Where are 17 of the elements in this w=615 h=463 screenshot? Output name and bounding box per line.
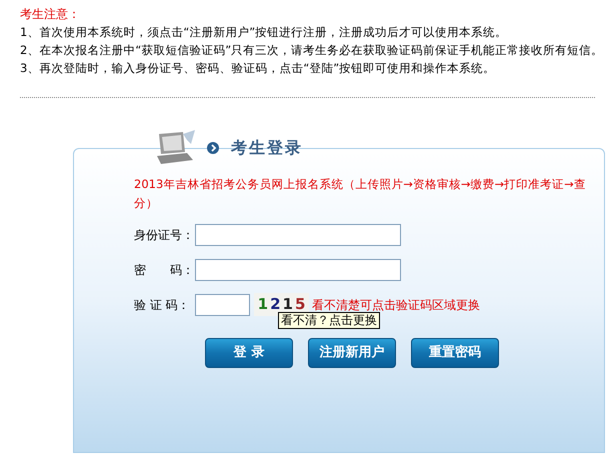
notice-title: 考生注意：	[20, 6, 81, 23]
notice-item: 2、在本次报名注册中“获取短信验证码”只有三次，请考生务必在获取验证码前保证手机能正常接收所有短信。	[20, 42, 604, 59]
field-label: 密 码：	[134, 262, 195, 278]
password-field[interactable]	[195, 258, 401, 280]
captcha-field[interactable]	[195, 294, 250, 316]
field-label: 验 证 码：	[134, 296, 191, 314]
id-number-field[interactable]	[195, 224, 401, 246]
form-button[interactable]: 登 录	[205, 338, 293, 368]
form-button[interactable]: 重置密码	[411, 338, 499, 368]
system-description: 2013年吉林省招考公务员网上报名系统（上传照片→资格审核→缴费→打印准考证→查分）	[134, 176, 586, 212]
form-button[interactable]: 注册新用户	[308, 338, 396, 368]
tooltip: 看不清？点击更换	[278, 312, 380, 329]
login-title: 考生登录	[231, 137, 303, 159]
field-label: 身份证号：	[134, 226, 195, 244]
notice-item: 1、首次使用本系统时，须点击“注册新用户”按钮进行注册，注册成功后才可以使用本系统。	[20, 24, 508, 41]
captcha-hint-link[interactable]: 看不清楚可点击验证码区域更换	[312, 296, 480, 314]
notice-item: 3、再次登陆时，输入身份证号、密码、验证码，点击“登陆”按钮即可使用和操作本系统。	[20, 60, 496, 77]
